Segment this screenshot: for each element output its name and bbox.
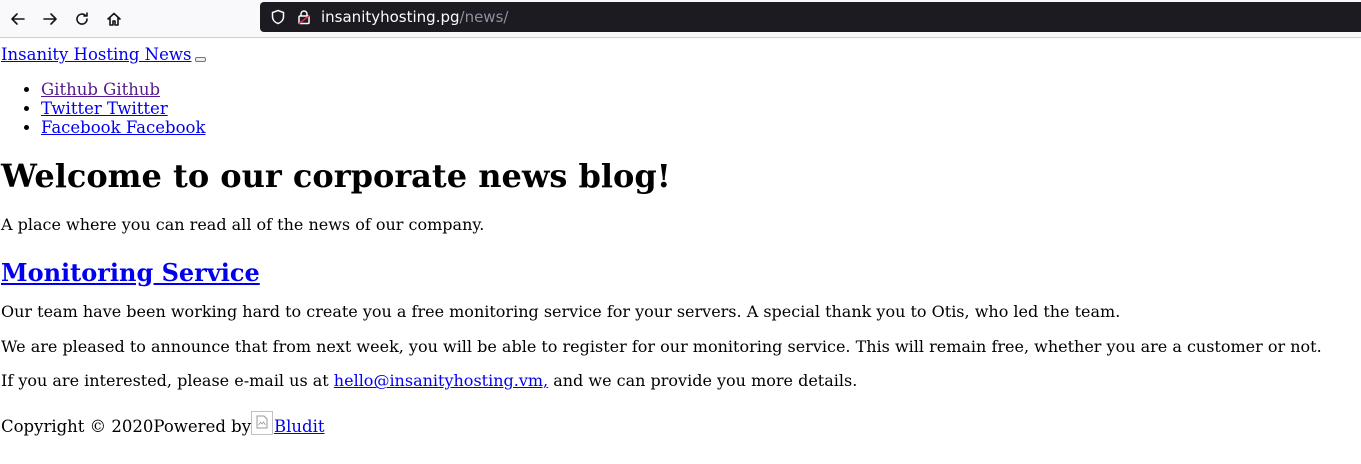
footer: Copyright © 2020 Powered by Bludit: [1, 411, 1360, 437]
social-item-twitter: Twitter Twitter: [41, 99, 1360, 118]
social-item-github: Github Github: [41, 80, 1360, 99]
post: Monitoring Service Our team have been wo…: [1, 257, 1360, 393]
github-link[interactable]: Github Github: [41, 80, 160, 99]
social-links: Github Github Twitter Twitter Facebook F…: [1, 80, 1360, 137]
post-paragraph: Our team have been working hard to creat…: [1, 301, 1121, 321]
powered-by-text: Powered by: [153, 417, 252, 437]
forward-button[interactable]: [36, 5, 64, 33]
post-text: If you are interested, please e-mail us …: [1, 371, 334, 391]
social-item-facebook: Facebook Facebook: [41, 118, 1360, 137]
shield-icon[interactable]: [270, 9, 286, 25]
page-title: Welcome to our corporate news blog!: [1, 157, 671, 195]
post-paragraph: If you are interested, please e-mail us …: [1, 371, 1360, 392]
post-paragraph: We are pleased to announce that from nex…: [1, 336, 1322, 356]
navbar-toggler-button[interactable]: [195, 56, 207, 62]
home-icon: [107, 12, 121, 26]
copyright-text: Copyright © 2020: [1, 417, 154, 437]
page-content: Insanity Hosting News Github Github Twit…: [0, 45, 1361, 437]
url-path: /news/: [459, 8, 509, 26]
arrow-right-icon: [43, 12, 57, 25]
facebook-link[interactable]: Facebook Facebook: [41, 118, 205, 137]
post-text: and we can provide you more details.: [548, 371, 858, 391]
brand-link[interactable]: Insanity Hosting News: [1, 45, 191, 65]
home-button[interactable]: [100, 5, 128, 33]
url-bar[interactable]: insanityhosting.pg/news/: [260, 2, 1361, 32]
back-button[interactable]: [4, 5, 32, 33]
twitter-link[interactable]: Twitter Twitter: [41, 99, 168, 118]
insecure-lock-icon[interactable]: [296, 9, 312, 25]
page-subtitle: A place where you can read all of the ne…: [1, 215, 485, 235]
browser-toolbar: insanityhosting.pg/news/: [0, 0, 1361, 38]
post-title-link[interactable]: Monitoring Service: [1, 258, 260, 287]
url-host: insanityhosting.pg: [321, 8, 460, 26]
broken-image-icon: [251, 411, 274, 436]
reload-icon: [76, 11, 88, 25]
reload-button[interactable]: [68, 5, 96, 33]
post-title: Monitoring Service: [1, 257, 1360, 288]
navbar: Insanity Hosting News: [1, 45, 1360, 65]
arrow-left-icon: [11, 12, 25, 25]
bludit-link[interactable]: Bludit: [274, 417, 325, 437]
email-link[interactable]: hello@insanityhosting.vm,: [334, 371, 548, 390]
